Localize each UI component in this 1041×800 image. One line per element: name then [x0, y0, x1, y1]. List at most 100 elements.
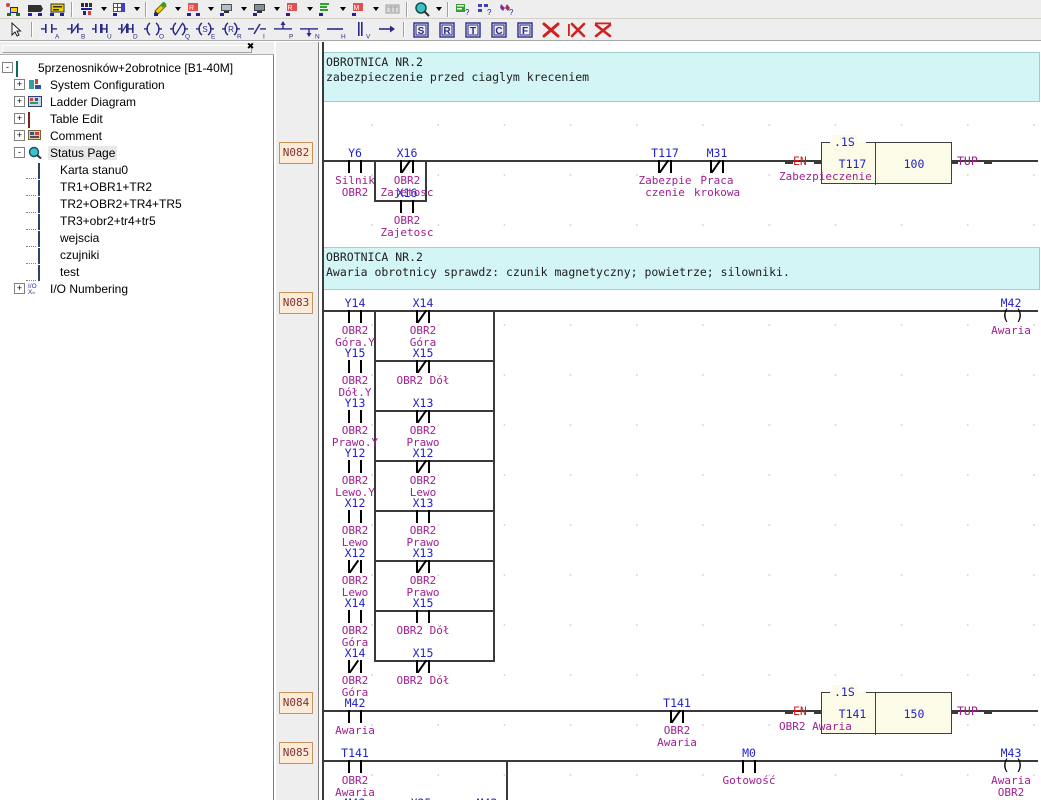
contact-row6-a[interactable]: X14 OBR2 Góra: [341, 596, 369, 649]
download-plc-dropdown[interactable]: [238, 1, 249, 18]
expand-icon[interactable]: +: [14, 113, 25, 124]
tree-item-tr1-obr1-tr2[interactable]: TR1+OBR1+TR2: [2, 178, 273, 196]
tree-item-test[interactable]: test: [2, 263, 273, 281]
contact-t141-n085[interactable]: T141 OBR2 Awaria: [335, 746, 375, 799]
coil-out-tool[interactable]: O: [140, 20, 166, 40]
coil-reset-tool[interactable]: RR: [218, 20, 244, 40]
list-view-icon[interactable]: [315, 1, 337, 18]
contact-row5-a[interactable]: X12 OBR2 Lewo: [341, 546, 369, 599]
coil-not-tool[interactable]: Q: [166, 20, 192, 40]
rung-number-n084[interactable]: N084: [279, 692, 313, 714]
run-mode-dropdown[interactable]: [304, 1, 315, 18]
contact-m31[interactable]: M31 Praca krokowa: [694, 146, 740, 199]
contact-row2-b[interactable]: X13 OBR2 Prawo: [406, 396, 439, 449]
contact-row4-b[interactable]: X13 OBR2 Prawo: [406, 496, 439, 549]
counter-instruction-button[interactable]: C: [486, 20, 512, 40]
rung-number-n082[interactable]: N082: [279, 142, 313, 164]
contact-row0-a[interactable]: Y14 OBR2 Góra.Y: [335, 296, 375, 349]
monitor-register-icon[interactable]: R: [183, 1, 205, 18]
coil-M42[interactable]: M42() Awaria: [991, 296, 1031, 337]
status-page-magnifier-icon[interactable]: [411, 1, 433, 18]
rung-number-n083[interactable]: N083: [279, 292, 313, 314]
vertical-wire-tool[interactable]: V: [348, 20, 374, 40]
contact-row4-a[interactable]: X12 OBR2 Lewo: [341, 496, 369, 549]
network-config-icon[interactable]: [2, 1, 24, 18]
tree-item-ladder-diagram[interactable]: + Ladder Diagram: [2, 93, 273, 110]
ladder-canvas[interactable]: OBROTNICA NR.2 zabezpieczenie przed ciag…: [319, 42, 1041, 800]
expand-icon[interactable]: +: [14, 96, 25, 107]
tools-help-icon[interactable]: ?: [496, 1, 518, 18]
upload-plc-icon[interactable]: [249, 1, 271, 18]
comment-help-icon[interactable]: ?: [452, 1, 474, 18]
jump-arrow-tool[interactable]: [374, 20, 400, 40]
coil-set-tool[interactable]: SE: [192, 20, 218, 40]
tree-item-tr2-obr2-tr4-tr5[interactable]: TR2+OBR2+TR4+TR5: [2, 195, 273, 213]
invert-tool[interactable]: I: [244, 20, 270, 40]
tree-item-czujniki[interactable]: czujniki: [2, 246, 273, 264]
contact-row7-b[interactable]: X15 OBR2 Dół: [397, 646, 450, 687]
edit-pencil-icon[interactable]: [150, 1, 172, 18]
tree-item-i-o-numbering[interactable]: + I/O Xₙ I/O Numbering: [2, 280, 273, 297]
tree-item-5przenosnik-w-2obrotnice-b1-40m[interactable]: - 5przenosników+2obrotnice [B1-40M]: [2, 59, 273, 77]
contact-row3-b[interactable]: X12 OBR2 Lewo: [409, 446, 437, 499]
delete-row-button[interactable]: [564, 20, 590, 40]
contact-x16-nc[interactable]: X16 OBR2 Zajetosc: [381, 146, 434, 199]
monitor-values-dropdown[interactable]: [370, 1, 381, 18]
select-arrow-tool[interactable]: [2, 20, 28, 40]
delete-element-button[interactable]: [538, 20, 564, 40]
contact-y6[interactable]: Y6 Silnik OBR2: [335, 146, 375, 199]
tree-item-wejscia[interactable]: wejscia: [2, 229, 273, 247]
rung-number-n085[interactable]: N085: [279, 742, 313, 764]
table-grid-icon[interactable]: [381, 1, 403, 18]
grid-config-dropdown[interactable]: [131, 1, 142, 18]
branch-up-tool[interactable]: P: [270, 20, 296, 40]
contact-row1-a[interactable]: Y15 OBR2 Dół.Y: [338, 346, 371, 399]
ladder-build-dropdown[interactable]: [98, 1, 109, 18]
contact-rising-tool[interactable]: U: [88, 20, 114, 40]
timer-block-T117[interactable]: EN .1S T117 100 TUP Zabezpieczenie: [779, 135, 992, 185]
list-view-dropdown[interactable]: [337, 1, 348, 18]
function-instruction-button[interactable]: F: [512, 20, 538, 40]
tree-item-system-configuration[interactable]: + System Configuration: [2, 76, 273, 93]
set-instruction-button[interactable]: S: [408, 20, 434, 40]
expand-icon[interactable]: +: [14, 130, 25, 141]
expand-icon[interactable]: +: [14, 283, 25, 294]
close-icon[interactable]: ✖: [245, 42, 256, 53]
contact-t141-n084[interactable]: T141 OBR2 Awaria: [657, 696, 697, 749]
edit-pencil-dropdown[interactable]: [172, 1, 183, 18]
coil-M43[interactable]: M43() Awaria OBR2: [991, 746, 1031, 799]
contact-x16-no[interactable]: X16 OBR2 Zajetosc: [381, 186, 434, 239]
run-mode-icon[interactable]: R: [282, 1, 304, 18]
contact-row2-a[interactable]: Y13 OBR2 Prawo.Y: [332, 396, 378, 449]
contact-row7-a[interactable]: X14 OBR2 Góra: [341, 646, 369, 699]
contact-row6-b[interactable]: X15 OBR2 Dół: [397, 596, 450, 637]
download-plc-icon[interactable]: [216, 1, 238, 18]
contact-row5-b[interactable]: X13 OBR2 Prawo: [406, 546, 439, 599]
ladder-build-icon[interactable]: [76, 1, 98, 18]
tree-item-comment[interactable]: + Comment: [2, 127, 273, 144]
contact-m0[interactable]: M0 Gotowość: [723, 746, 776, 787]
grid-config-icon[interactable]: [109, 1, 131, 18]
collapse-icon[interactable]: -: [14, 147, 25, 158]
contact-m42-n084[interactable]: M42 Awaria: [335, 696, 375, 737]
contact-row1-b[interactable]: X15 OBR2 Dół: [397, 346, 450, 387]
contact-no-tool[interactable]: A: [36, 20, 62, 40]
crossref-help-icon[interactable]: ?: [474, 1, 496, 18]
tree-item-table-edit[interactable]: + Table Edit: [2, 110, 273, 128]
status-page-dropdown[interactable]: [433, 1, 444, 18]
contact-falling-tool[interactable]: D: [114, 20, 140, 40]
tree-item-karta-stanu0[interactable]: Karta stanu0: [2, 161, 273, 179]
delete-rung-button[interactable]: [590, 20, 616, 40]
tree-item-status-page[interactable]: - Status Page: [2, 144, 273, 161]
expand-icon[interactable]: +: [14, 79, 25, 90]
contact-t117[interactable]: T117 Zabezpie czenie: [639, 146, 692, 199]
tree-panel-grip[interactable]: [2, 45, 252, 53]
horizontal-wire-tool[interactable]: H: [322, 20, 348, 40]
timer-block-T141[interactable]: EN .1S T141 150 TUP OBR2 Awaria: [779, 685, 992, 735]
label-tool-icon[interactable]: [46, 1, 68, 18]
monitor-register-dropdown[interactable]: [205, 1, 216, 18]
ladder-diagram-editor[interactable]: N082 N083 N084 N085 OBROTNICA NR.2 zabezpie…: [276, 42, 1041, 800]
upload-plc-dropdown[interactable]: [271, 1, 282, 18]
reset-instruction-button[interactable]: R: [434, 20, 460, 40]
branch-down-tool[interactable]: N: [296, 20, 322, 40]
